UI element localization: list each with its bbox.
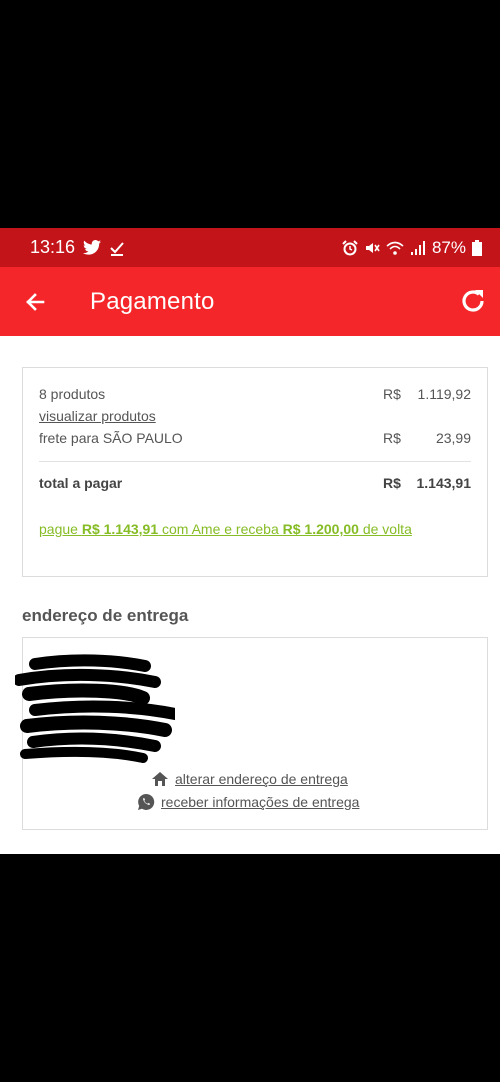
home-icon: [152, 772, 168, 786]
wifi-icon: [386, 240, 404, 256]
app-bar: Pagamento: [0, 267, 500, 336]
delivery-address-card: alterar endereço de entrega receber info…: [15, 637, 488, 830]
alarm-icon: [342, 239, 358, 256]
promo-pay-amount: R$ 1.143,91: [81, 521, 159, 537]
total-label: total a pagar: [39, 475, 123, 491]
view-products-row: visualizar produtos: [39, 408, 471, 424]
shipping-row: frete para SÃO PAULO R$ 23,99: [39, 430, 471, 446]
signal-icon: [410, 240, 426, 256]
app-screen: 13:16 87% Pagamento 8 produtos R$ 1.119,…: [0, 228, 500, 854]
promo-middle: com Ame e receba: [158, 521, 283, 537]
order-summary-card: 8 produtos R$ 1.119,92 visualizar produt…: [22, 367, 488, 577]
status-left: 13:16: [30, 237, 125, 258]
promo-suffix: de volta: [358, 521, 412, 537]
summary-divider: [39, 461, 471, 462]
page-title: Pagamento: [90, 288, 215, 315]
products-row: 8 produtos R$ 1.119,92: [39, 386, 471, 402]
shipping-currency: R$: [383, 430, 401, 446]
refresh-icon: [462, 290, 484, 312]
whatsapp-icon: [138, 793, 155, 810]
receive-delivery-info-link[interactable]: receber informações de entrega: [137, 793, 359, 811]
status-time: 13:16: [30, 237, 76, 257]
arrow-left-icon: [26, 293, 45, 311]
mute-icon: [364, 240, 380, 256]
change-address-label: alterar endereço de entrega: [175, 771, 348, 787]
products-currency: R$: [383, 386, 401, 402]
products-label: 8 produtos: [39, 386, 106, 402]
shipping-label: frete para SÃO PAULO: [39, 430, 183, 446]
battery-percent: 87%: [431, 237, 466, 257]
redacted-address-scribble: [15, 654, 175, 763]
battery-icon: [472, 239, 482, 256]
total-currency: R$: [383, 475, 401, 491]
download-done-icon: [109, 240, 125, 256]
products-amount: 1.119,92: [417, 386, 471, 402]
total-amount: 1.143,91: [416, 475, 472, 491]
back-button[interactable]: [22, 289, 48, 315]
total-row: total a pagar R$ 1.143,91: [39, 475, 471, 491]
twitter-icon: [83, 240, 102, 255]
delivery-address-title: endereço de entrega: [22, 606, 189, 625]
view-products-link[interactable]: visualizar produtos: [39, 408, 156, 424]
refresh-button[interactable]: [458, 286, 488, 316]
promo-prefix: pague: [39, 521, 82, 537]
ame-cashback-link[interactable]: pague R$ 1.143,91 com Ame e receba R$ 1.…: [39, 521, 412, 537]
status-bar: 13:16 87%: [0, 228, 500, 267]
promo-cashback-amount: R$ 1.200,00: [282, 521, 359, 537]
receive-delivery-info-label: receber informações de entrega: [161, 794, 360, 810]
shipping-amount: 23,99: [435, 430, 471, 446]
change-address-link[interactable]: alterar endereço de entrega: [151, 771, 348, 787]
status-right: 87%: [342, 238, 482, 258]
